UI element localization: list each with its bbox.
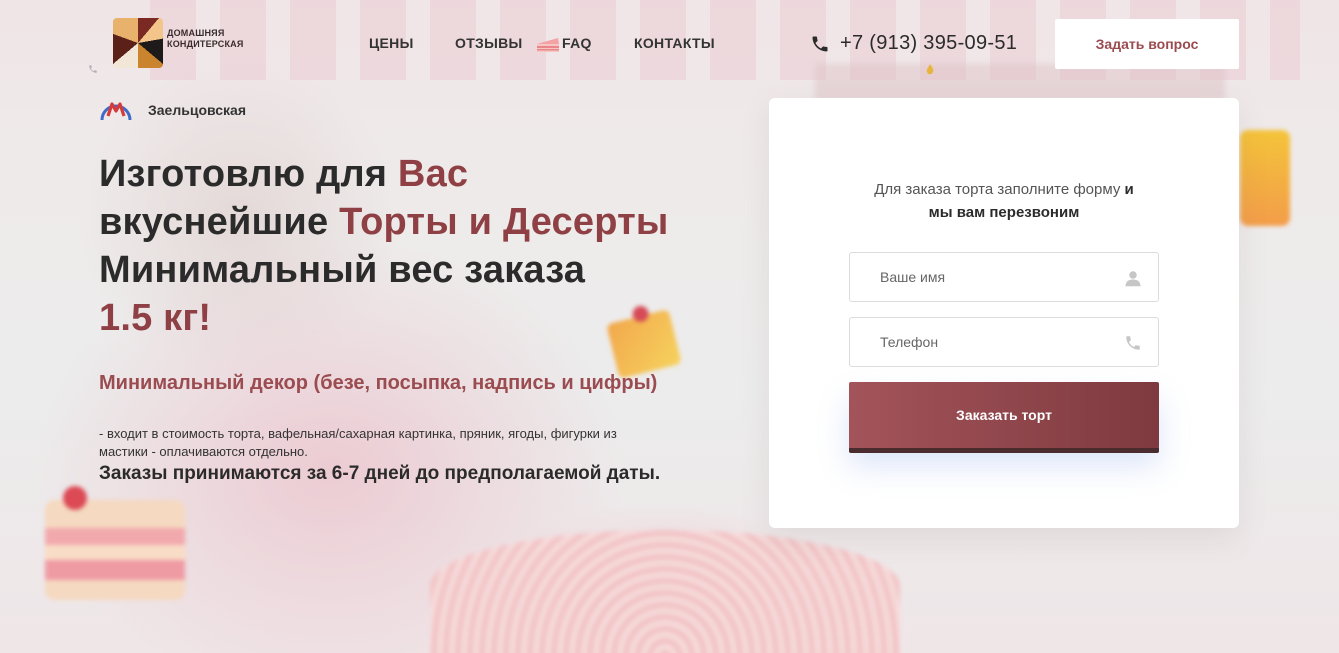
- logo-text[interactable]: ДОМАШНЯЯ КОНДИТЕРСКАЯ: [167, 28, 244, 50]
- phone-field: [849, 317, 1159, 367]
- name-input[interactable]: [850, 253, 1122, 301]
- name-field: [849, 252, 1159, 302]
- phone-icon: [89, 65, 97, 73]
- logo[interactable]: [113, 18, 163, 68]
- metro-station: Заельцовская: [148, 102, 247, 118]
- nav-contacts[interactable]: КОНТАКТЫ: [634, 35, 715, 51]
- cake-slice-decoration: [1240, 130, 1290, 226]
- sparkle-icon: [926, 64, 934, 75]
- phone-field-icon: [1126, 336, 1140, 350]
- form-title: Для заказа торта заполните форму и мы ва…: [829, 178, 1179, 224]
- logo-text-line2: КОНДИТЕРСКАЯ: [167, 39, 244, 49]
- headline-part3: Минимальный вес заказа: [99, 249, 586, 291]
- headline-accent3: 1.5 кг!: [99, 297, 212, 339]
- headline-accent1: Вас: [397, 153, 469, 195]
- phone-icon: [812, 36, 828, 52]
- form-title-bold2: мы вам перезвоним: [928, 204, 1080, 221]
- headline-part1: Изготовлю для: [99, 153, 398, 195]
- phone-input[interactable]: [850, 318, 1122, 366]
- decor-note: - входит в стоимость торта, вафельная/са…: [99, 426, 617, 459]
- hero-headline: Изготовлю для Вас вкуснейшие Торты и Дес…: [99, 150, 739, 342]
- form-title-light: Для заказа торта заполните форму: [874, 181, 1121, 198]
- nav-reviews[interactable]: ОТЗЫВЫ: [455, 35, 523, 51]
- nav-prices[interactable]: ЦЕНЫ: [369, 35, 414, 51]
- header-phone-number[interactable]: +7 (913) 395-09-51: [840, 32, 1017, 55]
- ask-question-button[interactable]: Задать вопрос: [1055, 19, 1239, 69]
- metro-icon: [100, 102, 132, 121]
- order-deadline: Заказы принимаются за 6-7 дней до предпо…: [99, 463, 661, 484]
- form-title-bold1: и: [1124, 181, 1134, 198]
- logo-text-line1: ДОМАШНЯЯ: [167, 28, 225, 38]
- order-form-card: Для заказа торта заполните форму и мы ва…: [769, 98, 1239, 528]
- headline-accent2: Торты и Десерты: [339, 201, 669, 243]
- cake-photo: [430, 530, 900, 653]
- nav-faq[interactable]: FAQ: [562, 35, 592, 51]
- decor-title: Минимальный декор (безе, посыпка, надпис…: [99, 372, 658, 394]
- user-icon: [1125, 271, 1141, 287]
- site-header: ДОМАШНЯЯ КОНДИТЕРСКАЯ ЦЕНЫ ОТЗЫВЫ FAQ КО…: [0, 0, 1339, 90]
- cake-slice-decoration: [45, 486, 185, 600]
- cake-slice-icon: [537, 38, 559, 52]
- order-cake-button[interactable]: Заказать торт: [849, 382, 1159, 448]
- headline-part2: вкуснейшие: [99, 201, 340, 243]
